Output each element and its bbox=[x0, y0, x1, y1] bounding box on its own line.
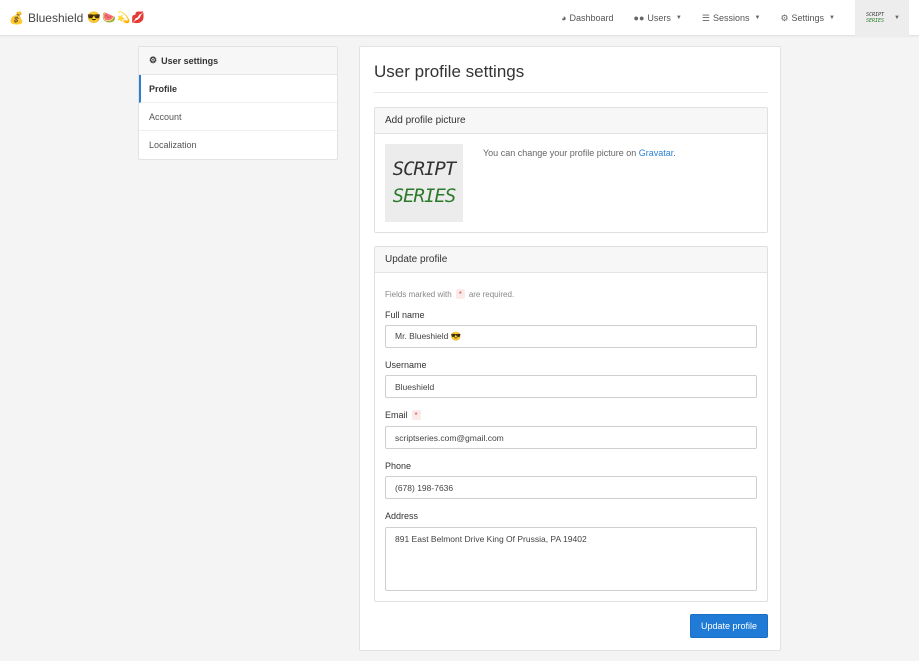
brand-link[interactable]: 💰 Blueshield 😎🍉💫💋 bbox=[9, 10, 146, 26]
brand-emoji: 😎🍉💫💋 bbox=[87, 11, 147, 24]
nav-dashboard[interactable]: ◕ Dashboard bbox=[551, 0, 623, 36]
note-text: You can change your profile picture on bbox=[483, 148, 639, 158]
avatar: SCRIPT SERIES bbox=[864, 7, 886, 29]
caret-down-icon: ▼ bbox=[754, 15, 761, 21]
full-name-field[interactable] bbox=[385, 325, 757, 348]
profile-picture-panel: Add profile picture SCRIPT SERIES You ca… bbox=[374, 107, 768, 233]
caret-down-icon: ▼ bbox=[675, 15, 682, 21]
phone-label: Phone bbox=[385, 461, 411, 471]
sidebar-item-profile[interactable]: Profile bbox=[139, 75, 337, 103]
required-marker: * bbox=[455, 289, 465, 299]
panel-header: Add profile picture bbox=[375, 108, 767, 134]
full-name-label: Full name bbox=[385, 310, 425, 320]
brand-name: Blueshield bbox=[27, 11, 84, 25]
settings-sidebar: ⚙ User settings Profile Account Localiza… bbox=[138, 46, 338, 160]
avatar-line-2: SERIES bbox=[865, 18, 885, 24]
phone-label-text: Phone bbox=[385, 461, 412, 471]
list-icon: ☰ bbox=[701, 12, 710, 23]
nav-settings[interactable]: ⚙ Settings ▼ bbox=[770, 0, 845, 36]
username-label-text: Username bbox=[385, 360, 427, 370]
gear-icon: ⚙ bbox=[149, 55, 158, 65]
address-field[interactable]: 891 East Belmont Drive King Of Prussia, … bbox=[385, 527, 757, 591]
phone-field[interactable] bbox=[385, 476, 757, 499]
gear-icon: ⚙ bbox=[780, 12, 789, 23]
nav-menu: ◕ Dashboard ●● Users ▼ ☰ Sessions ▼ ⚙ Se… bbox=[551, 0, 845, 36]
gravatar-link[interactable]: Gravatar bbox=[639, 148, 674, 158]
main-card: User profile settings Add profile pictur… bbox=[359, 46, 781, 651]
sidebar-item-localization[interactable]: Localization bbox=[139, 131, 337, 159]
required-note-pre: Fields marked with bbox=[385, 289, 452, 299]
profile-picture-line-2: SERIES bbox=[392, 185, 457, 207]
sidebar-item-label: Account bbox=[149, 111, 182, 122]
profile-picture-line-1: SCRIPT bbox=[392, 158, 457, 180]
email-label: Email * bbox=[385, 410, 421, 420]
profile-picture-note: You can change your profile picture on G… bbox=[483, 148, 676, 158]
required-note: Fields marked with * are required. bbox=[385, 289, 514, 299]
update-profile-panel: Update profile Fields marked with * are … bbox=[374, 246, 768, 602]
address-label: Address bbox=[385, 511, 418, 521]
required-note-post: are required. bbox=[468, 289, 515, 299]
panel-title: Update profile bbox=[385, 254, 448, 265]
email-label-text: Email bbox=[385, 410, 408, 420]
sidebar-title: User settings bbox=[161, 55, 219, 66]
nav-dashboard-label: Dashboard bbox=[569, 13, 614, 23]
panel-title: Add profile picture bbox=[385, 115, 466, 126]
money-bag-icon: 💰 bbox=[9, 11, 24, 25]
username-field[interactable] bbox=[385, 375, 757, 398]
nav-sessions-label: Sessions bbox=[712, 13, 750, 23]
nav-settings-label: Settings bbox=[791, 13, 825, 23]
full-name-label-text: Full name bbox=[385, 310, 425, 320]
username-label: Username bbox=[385, 360, 427, 370]
sidebar-item-label: Profile bbox=[149, 83, 178, 94]
email-field[interactable] bbox=[385, 426, 757, 449]
nav-sessions[interactable]: ☰ Sessions ▼ bbox=[692, 0, 771, 36]
nav-users[interactable]: ●● Users ▼ bbox=[624, 0, 692, 36]
profile-picture: SCRIPT SERIES bbox=[385, 144, 463, 222]
divider bbox=[374, 92, 768, 93]
panel-header: Update profile bbox=[375, 247, 767, 273]
address-label-text: Address bbox=[385, 511, 419, 521]
users-icon: ●● bbox=[633, 13, 645, 23]
required-marker: * bbox=[411, 410, 421, 420]
update-profile-button[interactable]: Update profile bbox=[690, 614, 768, 638]
caret-down-icon: ▼ bbox=[829, 15, 835, 21]
dashboard-icon: ◕ bbox=[561, 13, 567, 23]
sidebar-item-label: Localization bbox=[149, 140, 197, 150]
page-title: User profile settings bbox=[374, 62, 525, 81]
caret-down-icon: ▼ bbox=[894, 15, 900, 21]
user-menu[interactable]: SCRIPT SERIES ▼ bbox=[855, 0, 909, 36]
sidebar-item-account[interactable]: Account bbox=[139, 103, 337, 131]
nav-users-label: Users bbox=[647, 13, 671, 23]
top-navbar: 💰 Blueshield 😎🍉💫💋 ◕ Dashboard ●● Users ▼… bbox=[0, 0, 919, 36]
note-end: . bbox=[673, 148, 676, 158]
sidebar-header: ⚙ User settings bbox=[139, 47, 337, 75]
